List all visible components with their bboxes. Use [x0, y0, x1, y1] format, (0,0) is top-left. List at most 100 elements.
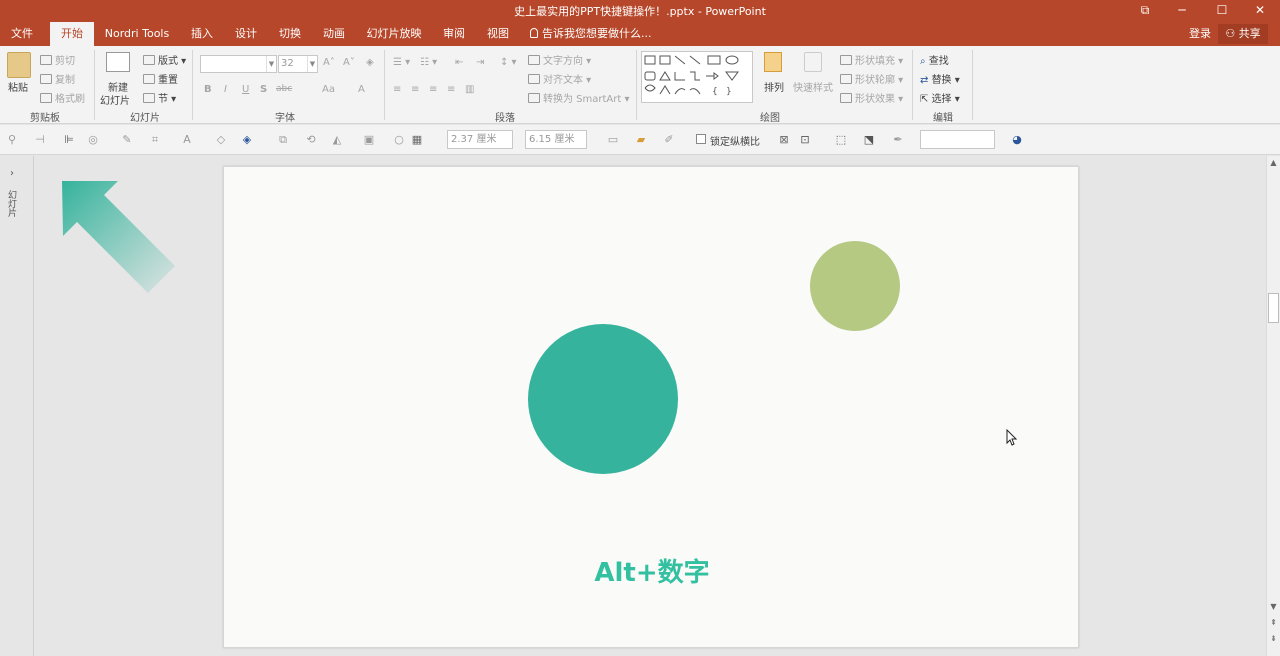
share-button[interactable]: ⚇ 共享 — [1218, 24, 1268, 44]
tab-insert[interactable]: 插入 — [184, 22, 220, 46]
expand-thumbnails-icon[interactable]: › — [10, 168, 14, 179]
new-slide-icon[interactable] — [106, 52, 130, 72]
flip-icon[interactable]: ◭ — [330, 133, 344, 147]
tab-home[interactable]: 开始 — [50, 22, 94, 46]
color-swatch-icon[interactable]: ▦ — [410, 133, 424, 147]
tell-me-box[interactable]: 告诉我您想要做什么... — [530, 22, 652, 46]
group-icon[interactable]: ⧉ — [276, 133, 290, 147]
ribbon-display-options-icon[interactable]: ⧉ — [1125, 0, 1165, 22]
shape-fill-button[interactable]: 形状填充 ▾ — [840, 52, 903, 67]
columns-icon[interactable]: ▥ — [465, 84, 474, 95]
width-input[interactable]: 6.15 厘米 — [525, 130, 587, 149]
font-size-combo[interactable]: 32 ▼ — [278, 55, 318, 73]
tab-transitions[interactable]: 切换 — [272, 22, 308, 46]
shapes-gallery[interactable]: {} — [641, 51, 753, 103]
shape-effects-button[interactable]: 形状效果 ▾ — [840, 90, 903, 105]
vertical-scrollbar[interactable]: ▲ ▼ ⇞ ⇟ — [1266, 156, 1280, 656]
shape-outline-button[interactable]: 形状轮廓 ▾ — [840, 71, 903, 86]
italic-button[interactable]: I — [224, 84, 227, 95]
format-painter-button[interactable]: 格式刷 — [40, 90, 85, 105]
arrange-icon[interactable] — [764, 52, 782, 72]
lock-ratio-checkbox[interactable] — [696, 134, 706, 144]
text-direction-button[interactable]: 文字方向 ▾ — [528, 52, 591, 67]
edit-shape-icon[interactable]: ✐ — [662, 133, 676, 147]
select-button[interactable]: ⇱ 选择 ▾ — [920, 90, 960, 105]
height-input[interactable]: 2.37 厘米 — [447, 130, 513, 149]
next-slide-icon[interactable]: ⇟ — [1267, 632, 1280, 646]
size-icon[interactable]: ▣ — [362, 133, 376, 147]
shrink-font-icon[interactable]: A˅ — [343, 57, 355, 68]
fill-bucket-icon[interactable]: ◇ — [214, 133, 228, 147]
replace-button[interactable]: ⇄ 替换 ▾ — [920, 71, 960, 86]
delete-icon[interactable]: ⊠ — [777, 133, 791, 147]
align-left-icon[interactable]: ≡ — [393, 84, 401, 95]
tab-view[interactable]: 视图 — [480, 22, 516, 46]
text-wrap-icon[interactable]: ⊡ — [798, 133, 812, 147]
shape-outline-icon[interactable]: ◎ — [86, 133, 100, 147]
section-button[interactable]: 节 ▾ — [143, 90, 176, 105]
scroll-thumb[interactable] — [1268, 293, 1279, 323]
shadow-button[interactable]: S — [260, 84, 267, 95]
arrange-button[interactable]: 排列 — [764, 79, 784, 94]
tab-file[interactable]: 文件 — [0, 22, 44, 46]
align-right-icon[interactable]: ≡ — [429, 84, 437, 95]
prev-slide-icon[interactable]: ⇞ — [1267, 616, 1280, 630]
maximize-button[interactable]: ☐ — [1202, 0, 1242, 22]
login-link[interactable]: 登录 — [1189, 22, 1211, 46]
line-spacing-icon[interactable]: ↕ ▾ — [500, 57, 517, 68]
clear-format-icon[interactable]: ◈ — [366, 57, 374, 68]
bullets-icon[interactable]: ☰ ▾ — [393, 57, 410, 68]
grow-font-icon[interactable]: A˄ — [323, 57, 335, 68]
increase-indent-icon[interactable]: ⇥ — [476, 57, 484, 68]
new-slide-label2[interactable]: 幻灯片 — [100, 92, 130, 107]
layout-button[interactable]: 版式 ▾ — [143, 52, 186, 67]
green-circle[interactable] — [810, 241, 900, 331]
lock-icon[interactable]: ⚲ — [5, 133, 19, 147]
close-button[interactable]: ✕ — [1240, 0, 1280, 22]
rotate-icon[interactable]: ⟲ — [304, 133, 318, 147]
arrow-shape[interactable] — [60, 178, 180, 298]
tab-nordri-tools[interactable]: Nordri Tools — [98, 22, 176, 46]
folder-icon[interactable]: ▰ — [634, 133, 648, 147]
tab-animations[interactable]: 动画 — [316, 22, 352, 46]
scroll-up-icon[interactable]: ▲ — [1267, 156, 1280, 170]
picture-icon[interactable]: ▭ — [606, 133, 620, 147]
tab-design[interactable]: 设计 — [228, 22, 264, 46]
paste-icon[interactable] — [7, 52, 31, 78]
minimize-button[interactable]: ─ — [1162, 0, 1202, 22]
scroll-down-icon[interactable]: ▼ — [1267, 600, 1280, 614]
copy-button[interactable]: 复制 — [40, 71, 75, 86]
selection-pane-icon[interactable]: ⬚ — [834, 133, 848, 147]
teal-circle[interactable] — [528, 324, 678, 474]
slide-canvas[interactable]: Alt+数字 — [223, 166, 1079, 648]
tab-review[interactable]: 审阅 — [436, 22, 472, 46]
reset-button[interactable]: 重置 — [143, 71, 178, 86]
paste-button[interactable]: 粘贴 — [8, 79, 28, 94]
edit-points-icon[interactable]: ⬔ — [862, 133, 876, 147]
circle-shape-icon[interactable]: ○ — [392, 133, 406, 147]
align-objects-icon[interactable]: ⊣ — [33, 133, 47, 147]
align-text-button[interactable]: 对齐文本 ▾ — [528, 71, 591, 86]
underline-button[interactable]: U — [242, 84, 249, 95]
style-combo[interactable] — [920, 130, 995, 149]
strike-button[interactable]: abc — [276, 84, 292, 94]
quick-styles-icon[interactable] — [804, 52, 822, 72]
pipette-icon[interactable]: ✒ — [891, 133, 905, 147]
shape-outline-blue-icon[interactable]: ◈ — [240, 133, 254, 147]
eyedropper-icon[interactable]: ✎ — [120, 133, 134, 147]
numbering-icon[interactable]: ☷ ▾ — [420, 57, 437, 68]
justify-icon[interactable]: ≡ — [447, 84, 455, 95]
font-name-combo[interactable]: ▼ — [200, 55, 277, 73]
change-case-button[interactable]: Aa — [322, 84, 335, 95]
align-left-objects-icon[interactable]: ⊫ — [62, 133, 76, 147]
shortcut-text[interactable]: Alt+数字 — [224, 552, 1080, 589]
font-color-button[interactable]: A — [358, 84, 365, 95]
cut-button[interactable]: 剪切 — [40, 52, 75, 67]
align-center-icon[interactable]: ≡ — [411, 84, 419, 95]
find-button[interactable]: ⌕ 查找 — [920, 52, 949, 67]
smartart-button[interactable]: 转换为 SmartArt ▾ — [528, 90, 630, 105]
shape-merge-icon[interactable]: ◕ — [1010, 133, 1024, 147]
crop-icon[interactable]: ⌗ — [148, 133, 162, 147]
text-fill-icon[interactable]: A — [180, 133, 194, 147]
decrease-indent-icon[interactable]: ⇤ — [455, 57, 463, 68]
